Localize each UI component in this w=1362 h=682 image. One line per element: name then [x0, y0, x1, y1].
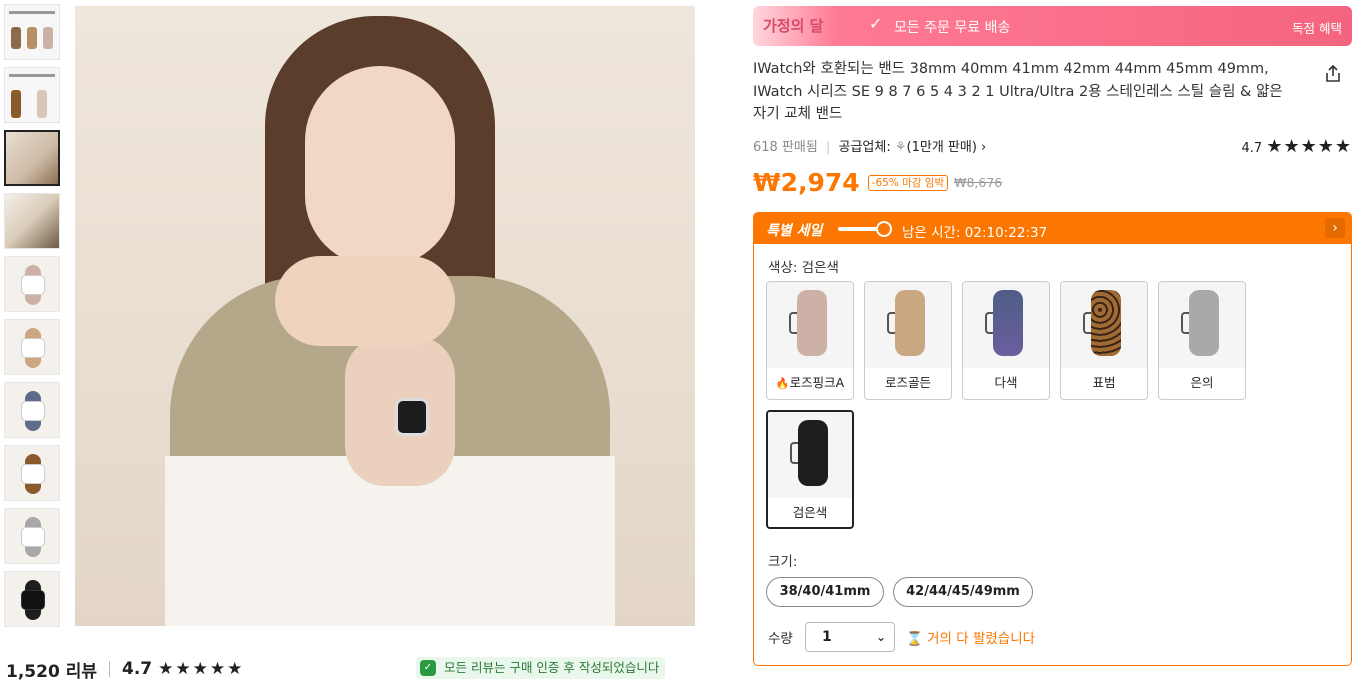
model-hands: [275, 256, 455, 346]
almost-sold-out-notice: ⌛ 거의 다 팔렸습니다: [906, 630, 1036, 647]
verified-reviews-notice: ✓ 모든 리뷰는 구매 인증 후 작성되었습니다: [416, 657, 666, 679]
fire-icon: 🔥: [775, 376, 790, 390]
sold-count: 618 판매됨: [753, 139, 818, 155]
product-info: 가정의 달 ✓ 모든 주문 무료 배송 독점 혜택 IWatch와 호환되는 밴…: [753, 6, 1352, 666]
color-option-rose-gold[interactable]: 로즈골든: [864, 280, 952, 400]
color-option-multicolor[interactable]: 다색: [962, 280, 1050, 400]
thumbnail-item[interactable]: [4, 382, 60, 438]
banner-tag: 가정의 달: [763, 17, 824, 35]
thumbnail-item[interactable]: [4, 508, 60, 564]
clock-icon: [876, 220, 892, 237]
size-option-small[interactable]: 38/40/41mm: [766, 576, 884, 607]
thumbnail-item[interactable]: [4, 256, 60, 312]
quantity-select[interactable]: 1 ⌄: [805, 621, 895, 652]
review-count: 1,520 리뷰: [6, 661, 97, 682]
main-product-image[interactable]: [75, 6, 695, 626]
chevron-down-icon: ⌄: [875, 629, 886, 644]
special-sale-bar[interactable]: 특별 세일 남은 시간: 02:10:22:37 ›: [754, 212, 1351, 244]
thumbnail-item[interactable]: [4, 130, 60, 186]
color-option-silver[interactable]: 은의: [1158, 280, 1246, 400]
chevron-right-icon[interactable]: ›: [1325, 217, 1345, 238]
thumbnail-list: [4, 4, 62, 634]
quantity-label: 수량: [768, 630, 793, 647]
banner-message: 모든 주문 무료 배송: [894, 20, 1011, 36]
supplier-logo-icon: ⚘: [894, 139, 907, 155]
shield-check-icon: ✓: [420, 660, 436, 676]
thumbnail-item[interactable]: [4, 67, 60, 123]
share-icon[interactable]: [1323, 64, 1345, 86]
current-price: ₩2,974: [753, 168, 860, 197]
color-option-rose-pink[interactable]: 🔥로즈핑크A: [766, 280, 854, 400]
sale-timer: 남은 시간: 02:10:22:37: [902, 224, 1048, 241]
color-option-leopard[interactable]: 표범: [1060, 280, 1148, 400]
review-rating: 4.7: [121, 659, 153, 679]
thumbnail-item[interactable]: [4, 319, 60, 375]
thumbnail-item[interactable]: [4, 571, 60, 627]
exclusive-benefit-link[interactable]: 독점 혜택: [1292, 18, 1342, 37]
color-label: 색상: 검은색: [768, 259, 839, 276]
check-icon: ✓: [869, 14, 883, 33]
size-option-large[interactable]: 42/44/45/49mm: [893, 576, 1033, 607]
watch-image: [395, 398, 429, 436]
product-rating[interactable]: 4.7 ★★★★★: [1241, 136, 1352, 157]
price-row: ₩2,974 -65% 마감 임박 ₩8,676: [753, 166, 1352, 200]
color-option-black[interactable]: 검은색: [766, 409, 854, 529]
size-label: 크기:: [768, 553, 798, 570]
discount-badge: -65% 마감 임박: [867, 174, 949, 191]
star-rating-icon: ★★★★★: [1266, 135, 1352, 157]
supplier-link[interactable]: 공급업체: ⚘(1만개 판매) ›: [839, 140, 987, 155]
verified-text: 모든 리뷰는 구매 인증 후 작성되었습니다: [444, 660, 660, 675]
star-rating-icon: ★★★★★: [158, 659, 245, 679]
product-title: IWatch와 호환되는 밴드 38mm 40mm 41mm 42mm 44mm…: [753, 61, 1283, 122]
product-meta: 618 판매됨 | 공급업체: ⚘(1만개 판매) › 4.7 ★★★★★: [753, 135, 1352, 157]
reviews-summary[interactable]: 1,520 리뷰 4.7 ★★★★★: [6, 656, 244, 682]
model-face: [305, 66, 455, 266]
promo-banner[interactable]: 가정의 달 ✓ 모든 주문 무료 배송 독점 혜택: [753, 6, 1352, 46]
thumbnail-item[interactable]: [4, 193, 60, 249]
original-price: ₩8,676: [954, 175, 1003, 190]
thumbnail-item[interactable]: [4, 445, 60, 501]
thumbnail-item[interactable]: [4, 4, 60, 60]
special-sale-box: 특별 세일 남은 시간: 02:10:22:37 › 색상: 검은색 🔥로즈핑크…: [753, 211, 1352, 666]
sale-label: 특별 세일: [766, 222, 823, 239]
